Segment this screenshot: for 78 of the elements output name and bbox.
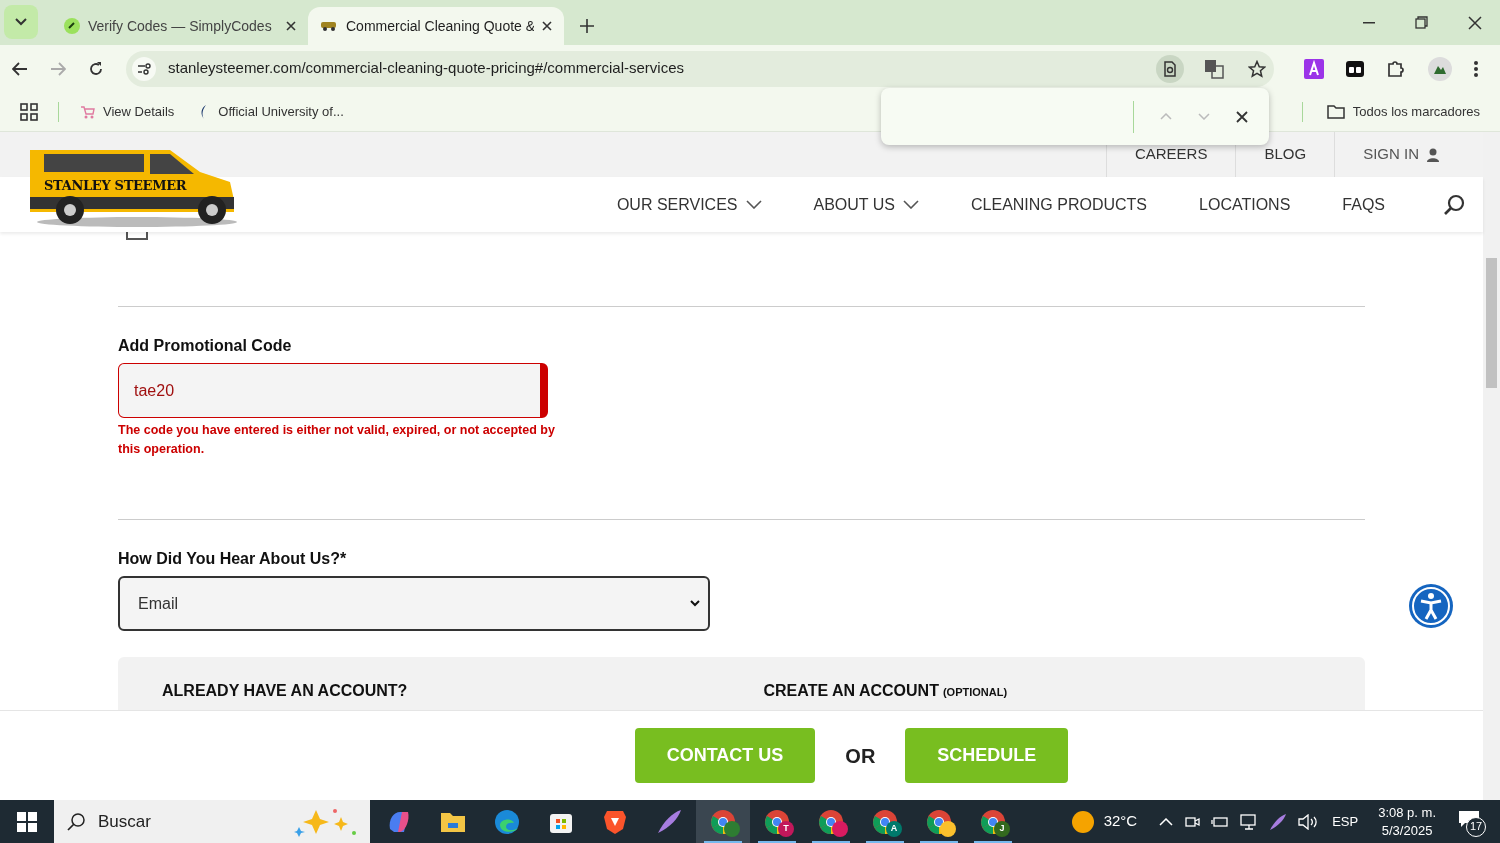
back-icon[interactable]: [12, 61, 28, 76]
section-heading: CREATE AN ACCOUNT (OPTIONAL): [763, 681, 1008, 701]
checkbox[interactable]: [126, 232, 148, 240]
chevron-down-icon: [15, 18, 27, 26]
close-icon[interactable]: [286, 21, 296, 31]
profile-badge: T: [778, 821, 794, 837]
error-message: The code you have entered is either not valid, expired, or not accepted by this operation.: [118, 422, 556, 458]
browser-tab[interactable]: Verify Codes — SimplyCodes: [52, 7, 308, 45]
nav-link[interactable]: FAQS: [1342, 192, 1385, 217]
clock[interactable]: 3:08 p. m. 5/3/2025: [1378, 803, 1436, 840]
profile-badge: A: [886, 821, 902, 837]
tab-list-button[interactable]: [4, 5, 38, 39]
new-tab-icon[interactable]: [580, 19, 594, 33]
taskbar-search[interactable]: Buscar: [54, 800, 370, 843]
find-in-page-icon[interactable]: [1156, 54, 1184, 83]
promo-code-field[interactable]: tae20: [118, 363, 548, 418]
edge-icon: [494, 808, 520, 835]
restore-icon[interactable]: [1415, 16, 1428, 29]
nav-link[interactable]: LOCATIONS: [1199, 192, 1291, 217]
nav-link[interactable]: CLEANING PRODUCTS: [971, 192, 1148, 217]
folder-icon: [1326, 104, 1345, 119]
taskbar-app[interactable]: T: [750, 800, 804, 843]
apps-grid-icon[interactable]: [20, 102, 38, 121]
notifications-button[interactable]: 17: [1458, 806, 1486, 837]
field-label: Add Promotional Code: [118, 336, 293, 356]
tab-title: Commercial Cleaning Quote &: [346, 16, 534, 36]
profile-badge: J: [994, 821, 1010, 837]
battery-icon[interactable]: [1211, 814, 1230, 829]
nav-link[interactable]: ABOUT US: [813, 192, 919, 217]
search-icon: [66, 811, 86, 832]
taskbar-app[interactable]: J: [966, 800, 1020, 843]
feather-icon: [656, 808, 682, 835]
scrollbar[interactable]: [1483, 132, 1500, 800]
more-icon[interactable]: [1474, 60, 1478, 77]
logo[interactable]: STANLEY STEEMER: [22, 142, 250, 230]
browser-tab[interactable]: Commercial Cleaning Quote &: [308, 7, 564, 45]
accessibility-icon[interactable]: [1409, 584, 1453, 628]
van-icon: [320, 21, 338, 31]
profile-avatar-icon[interactable]: [1428, 56, 1452, 81]
chevron-down-icon: [745, 200, 762, 209]
search-icon[interactable]: [1443, 193, 1465, 216]
close-icon[interactable]: [1236, 110, 1248, 123]
close-icon[interactable]: [1468, 15, 1482, 30]
feather-icon[interactable]: [1269, 812, 1288, 831]
tab-title: Verify Codes — SimplyCodes: [88, 16, 273, 36]
site-settings-icon[interactable]: [132, 56, 156, 81]
bookmark-link[interactable]: Official University of...: [198, 101, 344, 122]
chevron-down-icon: [690, 600, 700, 607]
separator-text: OR: [845, 743, 876, 769]
field-label: How Did You Hear About Us?*: [118, 549, 348, 569]
close-icon[interactable]: [542, 21, 552, 31]
folder-icon: [440, 810, 466, 833]
weather-text: 32°C: [1103, 811, 1138, 832]
extension-icon[interactable]: [1346, 60, 1364, 77]
address-bar[interactable]: stanleysteemer.com/commercial-cleaning-quote-pricing#/commercial-services: [126, 50, 1274, 87]
tag-icon: [64, 18, 80, 34]
lion-shield-icon: [604, 808, 626, 835]
chevron-down-icon: [903, 200, 919, 209]
speaker-icon[interactable]: [1298, 813, 1319, 830]
section-heading: ALREADY HAVE AN ACCOUNT?: [162, 681, 408, 701]
language-indicator[interactable]: ESP: [1332, 811, 1359, 832]
reload-icon[interactable]: [88, 60, 104, 77]
translate-icon[interactable]: [1204, 58, 1224, 79]
sun-icon: [1071, 810, 1094, 833]
logo-text: STANLEY STEEMER: [44, 177, 187, 195]
search-placeholder: Buscar: [98, 810, 152, 833]
minimize-icon[interactable]: [1363, 21, 1375, 24]
url-text: stanleysteemer.com/commercial-cleaning-quote-pricing#/commercial-services: [168, 58, 685, 79]
puzzle-icon[interactable]: [1386, 58, 1406, 79]
windows-start-icon[interactable]: [17, 811, 37, 832]
nav-link[interactable]: OUR SERVICES: [616, 192, 762, 217]
star-icon[interactable]: [1248, 59, 1266, 78]
network-icon[interactable]: [1240, 813, 1259, 830]
person-icon: [1427, 147, 1439, 162]
referral-select[interactable]: Email: [118, 576, 710, 631]
bookmark-link[interactable]: View Details: [79, 101, 175, 122]
all-bookmarks-link[interactable]: Todos los marcadores: [1326, 101, 1480, 122]
taskbar-app[interactable]: A: [858, 800, 912, 843]
